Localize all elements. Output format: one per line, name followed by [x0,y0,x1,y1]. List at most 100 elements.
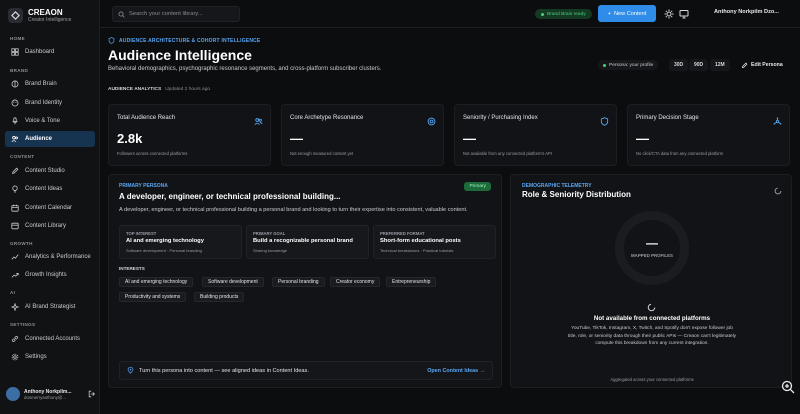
link-icon [11,336,19,342]
zoom-in-icon[interactable] [781,380,795,394]
eyebrow-text: AUDIENCE ARCHITECTURE & COHORT INTELLIGE… [119,37,261,44]
sidebar-item-content-library[interactable]: Content Library [5,218,95,234]
range-90d-button[interactable]: 90D [689,59,709,71]
sidebar-item-ai-strategist[interactable]: AI Brand Strategist [5,299,95,315]
sidebar: CREAON Creator Intelligence HOME Dashboa… [0,0,100,414]
page-subtitle: Behavioral demographics, psychographic r… [108,66,382,72]
sidebar-item-settings[interactable]: Settings [5,349,95,365]
mini-card-sub: Sharing knowledge [253,248,288,253]
sidebar-item-label: Content Library [25,223,67,229]
users-icon [254,113,263,131]
brand[interactable]: CREAON Creator Intelligence [8,8,71,23]
sidebar-item-label: Brand Brain [25,81,57,87]
interest-chip[interactable]: Creator economy [330,277,381,287]
lightbulb-icon [12,185,18,193]
sun-icon[interactable] [663,8,675,20]
sidebar-item-analytics[interactable]: Analytics & Performance [5,249,95,265]
sidebar-item-label: AI Brand Strategist [25,304,76,310]
stat-value: — [290,131,303,146]
interest-chip[interactable]: Software development [202,277,264,287]
primary-persona-card: PRIMARY PERSONA Primary A developer, eng… [108,174,502,388]
mini-card-label: PRIMARY GOAL [253,231,286,236]
logout-icon[interactable] [88,390,96,398]
brand-name: CREAON [28,8,63,17]
brand-subtitle: Creator Intelligence [28,17,72,23]
stat-note: Not enough measured content yet [290,151,354,156]
loading-spinner-icon [647,303,656,312]
sidebar-item-dashboard[interactable]: Dashboard [5,44,95,60]
sidebar-item-label: Voice & Tone [25,118,60,124]
mini-card-label: PREFERRED FORMAT [380,231,425,236]
status-badge: Brand Brain ready [535,9,592,19]
interest-chip[interactable]: Personal branding [272,277,325,287]
shield-icon [108,37,115,44]
sidebar-item-label: Content Ideas [25,186,63,192]
users-icon [11,136,18,143]
interest-chip[interactable]: Productivity and systems [119,292,187,302]
interests-label: INTERESTS [119,266,145,271]
interest-chip[interactable]: AI and emerging technology [119,277,194,287]
not-available-description: YouTube, TikTok, Instagram, X, Twitch, a… [567,326,737,346]
gear-icon [11,353,19,361]
mini-card-value: Short-form educational posts [380,238,461,244]
sidebar-item-content-calendar[interactable]: Content Calendar [5,200,95,216]
interest-chip[interactable]: Building products [194,292,245,302]
sidebar-item-brand-brain[interactable]: Brand Brain [5,76,95,92]
status-dot [603,63,606,67]
range-12m-button[interactable]: 12M [710,59,730,71]
stat-card-archetype-resonance: Core Archetype Resonance — Not enough me… [281,104,444,166]
open-content-ideas-link[interactable]: Open Content Ideas → [427,368,485,374]
loading-spinner-icon [774,187,782,195]
primary-goal-card: PRIMARY GOAL Build a recognizable person… [246,225,369,259]
sidebar-item-label: Growth Insights [25,272,67,278]
new-content-button[interactable]: + New Content [598,5,656,22]
page-eyebrow: AUDIENCE ARCHITECTURE & COHORT INTELLIGE… [108,37,260,44]
sidebar-item-growth-insights[interactable]: Growth Insights [5,267,95,283]
stat-note: No click/CTA data from any connected pla… [636,151,724,156]
not-available-title: Not available from connected platforms [593,315,711,322]
shield-icon [600,113,609,131]
persona-eyebrow: PRIMARY PERSONA [119,183,168,189]
user-profile[interactable]: Anthony Norkpilm... dosmerryanthony@... [6,384,96,404]
sidebar-item-audience[interactable]: Audience [5,131,95,147]
search-input[interactable]: Search your content library... [112,6,240,22]
nav-section-settings: SETTINGS [10,322,36,327]
monitor-icon[interactable] [678,8,690,20]
sidebar-item-label: Analytics & Performance [25,254,91,260]
demographic-footer: Aggregated across your connected platfor… [610,377,694,382]
persona-title: A developer, engineer, or technical prof… [119,192,341,201]
app-root: CREAON Creator Intelligence HOME Dashboa… [0,0,800,414]
palette-icon [11,99,19,107]
new-content-label: New Content [613,10,647,17]
range-30d-button[interactable]: 30D [669,59,689,71]
stat-title: Total Audience Reach [117,115,176,121]
top-interest-card: TOP INTEREST AI and emerging technology … [119,225,242,259]
stat-value: 2.8k [117,131,143,146]
stat-title: Core Archetype Resonance [290,115,364,121]
target-icon [427,113,436,131]
trending-up-icon [11,273,19,278]
ring-value: — [646,236,658,250]
sidebar-item-brand-identity[interactable]: Brand Identity [5,95,95,111]
stat-card-decision-stage: Primary Decision Stage — No click/CTA da… [627,104,790,166]
demographic-title: Role & Seniority Distribution [522,190,631,199]
sparkle-icon [11,303,19,311]
updated-timestamp: Updated 2 hours ago [165,87,211,92]
sidebar-item-label: Dashboard [25,49,55,55]
interest-chip[interactable]: Entrepreneurship [386,277,437,287]
sidebar-item-connected-accounts[interactable]: Connected Accounts [5,331,95,347]
sidebar-item-voice-tone[interactable]: Voice & Tone [5,113,95,129]
location-pin-icon [127,367,134,374]
sidebar-item-content-ideas[interactable]: Content Ideas [5,181,95,197]
edit-persona-label: Edit Persona [751,62,783,68]
nav-section-brand: BRAND [10,68,29,73]
nav-section-home: HOME [10,36,25,41]
topbar: Search your content library... Brand Bra… [100,0,800,28]
sidebar-item-content-studio[interactable]: Content Studio [5,163,95,179]
topbar-user-name[interactable]: Anthony Norkpilm Dzo... [714,9,779,15]
edit-persona-button[interactable]: Edit Persona [741,59,783,71]
nav-section-ai: AI [10,290,16,295]
nav-section-growth: GROWTH [10,241,33,246]
nav-section-content: CONTENT [10,154,35,159]
mini-card-label: TOP INTEREST [126,231,157,236]
